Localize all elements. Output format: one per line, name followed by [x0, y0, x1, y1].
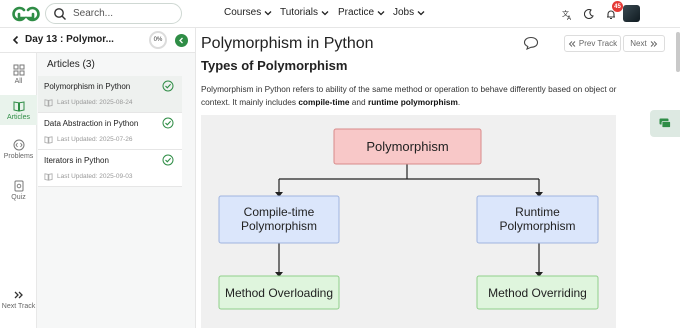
code-icon [13, 139, 24, 151]
nav-practice[interactable]: Practice [338, 7, 385, 18]
rail-label-quiz: Quiz [11, 194, 26, 201]
section-heading: Types of Polymorphism [201, 58, 348, 73]
overriding-node-label: Method Overriding [488, 286, 587, 300]
nav-tutorials[interactable]: Tutorials [280, 7, 329, 18]
para-bold-runtime: runtime polymorphism [367, 97, 458, 107]
translate-icon[interactable]: 文A [558, 5, 576, 23]
quiz-icon [14, 180, 23, 192]
book-icon [44, 173, 53, 181]
root-node-label: Polymorphism [366, 139, 448, 154]
double-chevron-left-icon [568, 40, 576, 47]
article-date: Last Updated: 2025-08-24 [57, 99, 133, 106]
article-date: Last Updated: 2025-07-26 [57, 136, 133, 143]
double-chevron-right-icon [14, 291, 23, 299]
nav-tutorials-label: Tutorials [280, 7, 318, 18]
book-icon [44, 99, 53, 107]
scrollbar[interactable] [676, 32, 680, 72]
search-input[interactable]: Search... [45, 3, 182, 24]
list-item[interactable]: Polymorphism in Python Last Updated: 202… [38, 76, 182, 113]
diagram-canvas: Polymorphism Compile-time Polymorphism R… [218, 128, 599, 310]
chevron-left-icon [179, 37, 183, 44]
polymorphism-diagram: Polymorphism Compile-time Polymorphism R… [201, 115, 616, 328]
article-title: Iterators in Python [44, 156, 109, 165]
intro-paragraph: Polymorphism in Python refers to ability… [201, 83, 621, 109]
prev-track-label: Prev Track [578, 39, 618, 48]
book-icon [13, 101, 24, 112]
avatar[interactable] [623, 5, 640, 22]
rail-item-articles[interactable]: Articles [0, 95, 37, 125]
list-item[interactable]: Iterators in Python Last Updated: 2025-0… [38, 150, 182, 187]
prev-track-button[interactable]: Prev Track [564, 35, 621, 52]
article-date: Last Updated: 2025-09-03 [57, 173, 133, 180]
articles-panel: Articles (3) Polymorphism in Python Last… [37, 53, 196, 328]
double-chevron-right-icon [650, 40, 657, 47]
sidebar-rail: All Articles Problems Quiz Next Track [0, 53, 37, 328]
compile-time-node-line1: Compile-time [244, 205, 315, 219]
chevron-down-icon [417, 10, 425, 15]
rail-label-all: All [14, 78, 23, 85]
overloading-node-label: Method Overloading [225, 286, 333, 300]
course-title: Day 13 : Polymor... [25, 34, 114, 45]
page-title: Polymorphism in Python [201, 35, 374, 52]
nav-jobs-label: Jobs [393, 7, 415, 18]
nav-practice-label: Practice [338, 7, 375, 18]
search-icon [54, 7, 66, 20]
back-arrow-icon[interactable] [11, 35, 21, 45]
next-track-label: Next Track [1, 303, 36, 310]
list-item[interactable]: Data Abstraction in Python Last Updated:… [38, 113, 182, 150]
next-button[interactable]: Next [623, 35, 665, 52]
dark-mode-icon[interactable] [580, 5, 598, 23]
check-circle-icon [162, 80, 174, 92]
check-circle-icon [162, 117, 174, 129]
top-header: Search... Courses Tutorials Practice Job… [0, 0, 680, 28]
rail-item-quiz[interactable]: Quiz [0, 180, 37, 208]
geeksforgeeks-logo[interactable] [10, 4, 42, 24]
rail-item-all[interactable]: All [0, 61, 37, 89]
progress-indicator: 0% [149, 31, 167, 49]
course-header: Day 13 : Polymor... 0% [0, 28, 196, 53]
rail-item-problems[interactable]: Problems [0, 139, 37, 167]
comment-icon[interactable] [523, 36, 539, 50]
rail-label-articles: Articles [7, 114, 30, 121]
chat-support-button[interactable] [650, 110, 680, 137]
nav-courses-label: Courses [224, 7, 262, 18]
nav-jobs[interactable]: Jobs [393, 7, 425, 18]
next-track-button[interactable]: Next Track [0, 289, 37, 317]
rail-label-problems: Problems [3, 153, 34, 160]
chevron-down-icon [321, 10, 329, 15]
compile-time-node-line2: Polymorphism [241, 219, 317, 233]
svg-text:A: A [567, 15, 572, 20]
grid-icon [13, 64, 24, 76]
next-label: Next [630, 39, 647, 48]
check-circle-icon [162, 154, 174, 166]
nav-courses[interactable]: Courses [224, 7, 272, 18]
book-icon [44, 136, 53, 144]
collapse-sidebar-button[interactable] [175, 34, 188, 47]
chat-icon [659, 118, 671, 128]
para-text: . [457, 97, 461, 107]
article-title: Polymorphism in Python [44, 82, 131, 91]
chevron-down-icon [264, 10, 272, 15]
article-title: Data Abstraction in Python [44, 119, 139, 128]
articles-heading: Articles (3) [47, 59, 95, 70]
para-bold-compile-time: compile-time [298, 97, 350, 107]
notification-badge: 45 [612, 1, 623, 12]
chevron-down-icon [377, 10, 385, 15]
runtime-node-line2: Polymorphism [499, 219, 575, 233]
para-text: and [349, 97, 368, 107]
runtime-node-line1: Runtime [515, 205, 560, 219]
search-placeholder: Search... [73, 8, 114, 19]
